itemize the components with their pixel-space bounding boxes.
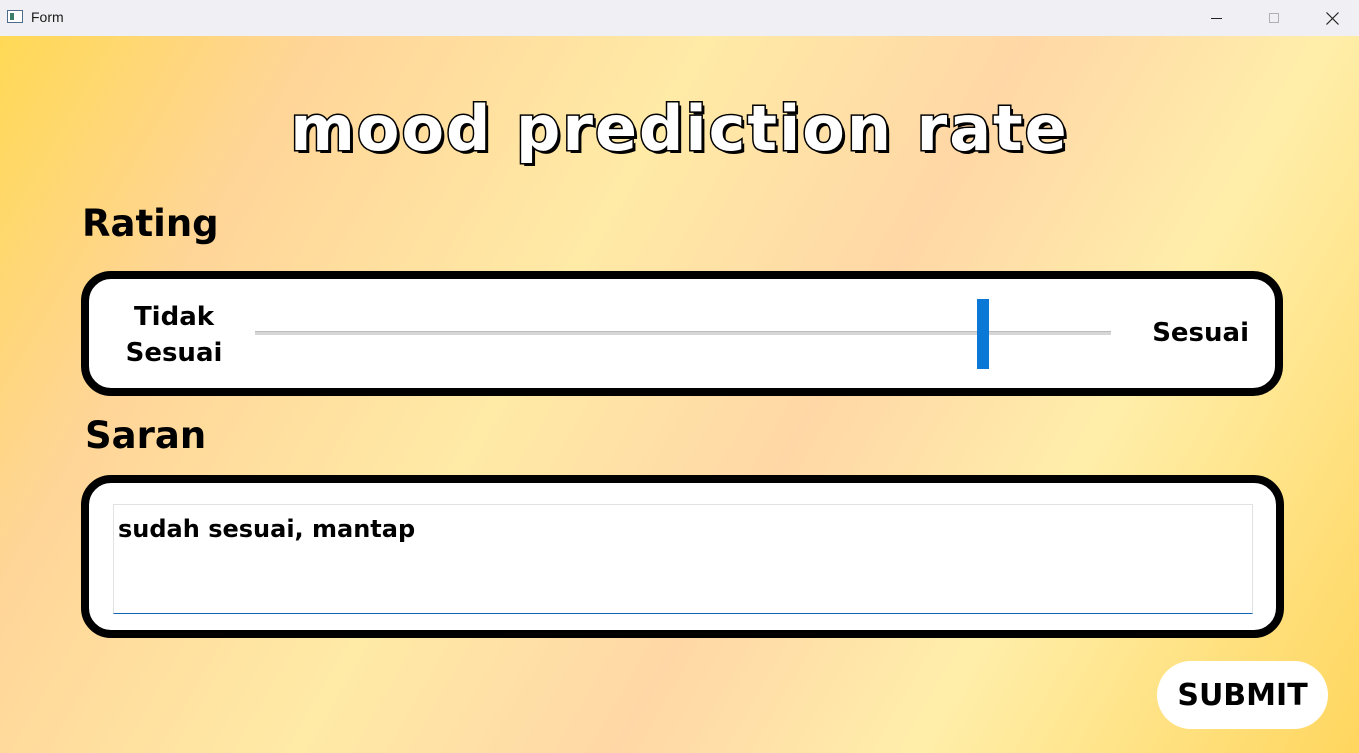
saran-text-input[interactable]: sudah sesuai, mantap xyxy=(113,504,1253,614)
minimize-button[interactable] xyxy=(1187,0,1245,36)
close-button[interactable] xyxy=(1303,0,1359,36)
rating-card: Tidak Sesuai Sesuai xyxy=(81,271,1283,396)
page-title: mood prediction rate xyxy=(289,91,1069,167)
form-body: mood prediction rate Rating Tidak Sesuai… xyxy=(0,36,1359,753)
close-icon xyxy=(1325,11,1339,25)
slider-min-label: Tidak Sesuai xyxy=(125,302,223,368)
rating-label: Rating xyxy=(82,202,219,245)
app-icon xyxy=(7,10,23,23)
saran-label: Saran xyxy=(85,414,207,457)
saran-card: sudah sesuai, mantap xyxy=(81,475,1284,638)
minimize-icon xyxy=(1210,17,1222,19)
submit-button[interactable]: SUBMIT xyxy=(1157,661,1328,729)
maximize-button[interactable] xyxy=(1245,0,1303,36)
title-bar: Form xyxy=(0,0,1359,36)
maximize-icon xyxy=(1269,13,1279,23)
slider-max-label: Sesuai xyxy=(1152,318,1249,348)
window-title: Form xyxy=(31,9,64,25)
rating-slider-handle[interactable] xyxy=(976,299,989,369)
